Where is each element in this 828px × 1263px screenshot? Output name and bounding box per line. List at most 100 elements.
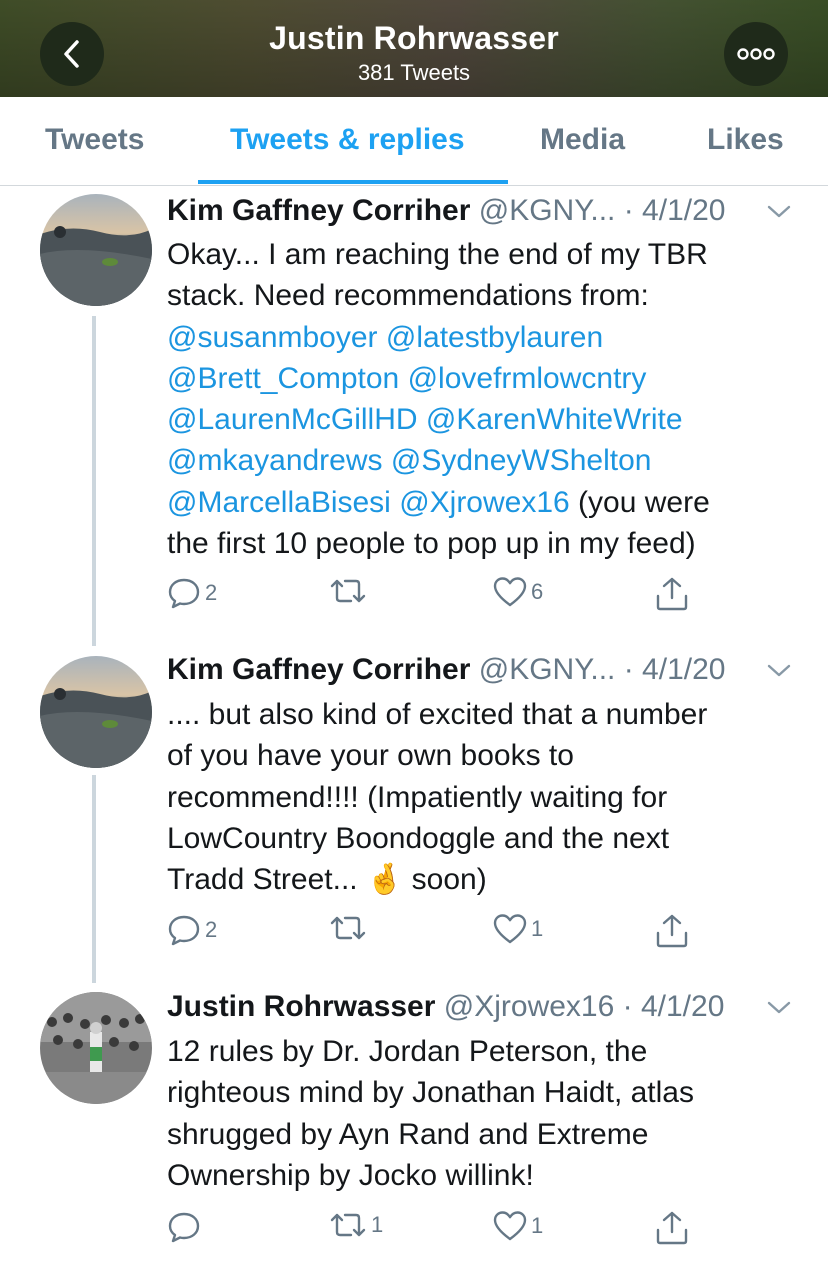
- tweet-author-name[interactable]: Kim Gaffney Corriher: [167, 653, 470, 686]
- like-count: 1: [531, 916, 544, 941]
- tweet-date: · 4/1/20: [622, 990, 725, 1023]
- tweet-text-line: @MarcellaBisesi @Xjrowex16 (you were: [167, 482, 787, 523]
- mention-link[interactable]: @LaurenMcGillHD: [167, 403, 418, 436]
- tab-media[interactable]: Media: [540, 123, 625, 157]
- tweet-count: 381 Tweets: [357, 60, 471, 85]
- tweet-text-segment: stack. Need recommendations from:: [167, 279, 649, 313]
- mention-link[interactable]: @SydneyWShelton: [391, 444, 652, 477]
- tweet-date: · 4/1/20: [623, 653, 726, 686]
- like-count: 1: [531, 1213, 544, 1238]
- like-button[interactable]: 6: [493, 576, 543, 608]
- tweet-text-line: LowCountry Boondoggle and the next: [167, 818, 787, 859]
- tweet-text-segment: shrugged by Ayn Rand and Extreme: [167, 1117, 649, 1151]
- tweet-author-handle[interactable]: @KGNY...: [479, 194, 616, 227]
- mention-link[interactable]: @Brett_Compton: [167, 362, 399, 395]
- tweet-text-segment: [383, 444, 391, 477]
- tweet-date: · 4/1/20: [623, 194, 726, 227]
- avatar[interactable]: [40, 992, 152, 1104]
- mention-link[interactable]: @MarcellaBisesi: [167, 486, 391, 519]
- crossed-fingers-emoji: 🤞: [365, 863, 404, 897]
- tweet-actions: 2 1: [167, 913, 727, 953]
- profile-name: Justin Rohrwasser: [269, 20, 559, 56]
- share-button[interactable]: [655, 913, 689, 949]
- like-button[interactable]: 1: [493, 1210, 543, 1242]
- reply-icon: [168, 1212, 200, 1243]
- tweet-text-line: recommend!!!! (Impatiently waiting for: [167, 777, 787, 818]
- more-button[interactable]: [724, 22, 788, 86]
- tweet-author-name[interactable]: Kim Gaffney Corriher: [167, 194, 470, 227]
- thread-line: [92, 775, 96, 983]
- reply-count: 2: [205, 917, 218, 942]
- mention-link[interactable]: @KarenWhiteWrite: [426, 403, 683, 436]
- mention-link[interactable]: @Xjrowex16: [399, 486, 570, 519]
- avatar[interactable]: [40, 194, 152, 306]
- like-count: 6: [531, 579, 544, 604]
- reply-button[interactable]: 2: [167, 913, 217, 947]
- tweet-text-segment: [378, 321, 386, 354]
- share-icon: [656, 914, 688, 948]
- tweet-text-segment: [399, 362, 407, 395]
- tweet-text-segment: Tradd Street...: [167, 863, 366, 897]
- tweet-text-segment: righteous mind by Jonathan Haidt, atlas: [167, 1076, 694, 1110]
- mention-link[interactable]: @mkayandrews: [167, 444, 383, 477]
- tweet-text-line: stack. Need recommendations from:: [167, 275, 787, 316]
- tweet-text-segment: soon): [403, 863, 487, 897]
- tab-tweets-and-replies[interactable]: Tweets & replies: [230, 123, 465, 157]
- mention-link[interactable]: @lovefrmlowcntry: [408, 362, 647, 395]
- avatar[interactable]: [40, 656, 152, 768]
- tab-tweets[interactable]: Tweets: [45, 123, 144, 157]
- tweet-text-line: @mkayandrews @SydneyWShelton: [167, 440, 787, 481]
- mention-link[interactable]: @susanmboyer: [167, 321, 378, 354]
- chevron-down-icon[interactable]: [766, 202, 792, 222]
- tweet-text-segment: LowCountry Boondoggle and the next: [167, 821, 670, 855]
- reply-button[interactable]: 2: [167, 576, 217, 610]
- tweet-text-segment: [391, 486, 399, 519]
- tweet-author-handle[interactable]: @KGNY...: [479, 653, 616, 686]
- tweet-text: 12 rules by Dr. Jordan Peterson, the righ…: [167, 1031, 787, 1196]
- reply-button[interactable]: [167, 1210, 205, 1244]
- share-button[interactable]: [655, 1210, 689, 1246]
- tweet-text-line: @Brett_Compton @lovefrmlowcntry: [167, 358, 787, 399]
- tweet-text-line: 12 rules by Dr. Jordan Peterson, the: [167, 1031, 787, 1072]
- tweet-author-handle[interactable]: @Xjrowex16: [444, 990, 615, 1023]
- tweet-actions: 1 1: [167, 1210, 727, 1250]
- tweet-text-segment: (you were: [569, 485, 710, 519]
- reply-icon: [168, 915, 200, 946]
- retweet-button[interactable]: [329, 576, 371, 606]
- tweet-text-line: shrugged by Ayn Rand and Extreme: [167, 1114, 787, 1155]
- tweet-text-line: of you have your own books to: [167, 735, 787, 776]
- tweet-text-line: Tradd Street... 🤞 soon): [167, 859, 787, 900]
- chevron-down-icon[interactable]: [766, 998, 792, 1018]
- like-button[interactable]: 1: [493, 913, 543, 945]
- thread-line: [92, 316, 96, 646]
- share-icon: [656, 1211, 688, 1245]
- retweet-icon: [330, 916, 366, 940]
- share-icon: [656, 577, 688, 611]
- tweet-text-segment: of you have your own books to: [167, 739, 574, 773]
- chevron-down-icon[interactable]: [766, 661, 792, 681]
- active-tab-indicator: [198, 180, 508, 184]
- tweet-text-line: righteous mind by Jonathan Haidt, atlas: [167, 1072, 787, 1113]
- tweet-text-segment: .... but also kind of excited that a num…: [167, 698, 708, 731]
- tweet-text-segment: recommend!!!! (Impatiently waiting for: [167, 780, 668, 814]
- retweet-button[interactable]: 1: [329, 1210, 383, 1240]
- retweet-icon: [330, 1213, 366, 1237]
- heart-icon: [493, 1211, 527, 1241]
- tweet-text-line: Okay... I am reaching the end of my TBR: [167, 234, 787, 275]
- tweet-text-line: @susanmboyer @latestbylauren: [167, 317, 787, 358]
- heart-icon: [493, 914, 527, 944]
- share-button[interactable]: [655, 576, 689, 612]
- mention-link[interactable]: @latestbylauren: [386, 321, 603, 354]
- tweet-text-segment: [418, 403, 426, 436]
- tweet-text-segment: Okay... I am reaching the end of my TBR: [167, 238, 708, 271]
- tweet-actions: 2 6: [167, 576, 727, 616]
- tweet-author-name[interactable]: Justin Rohrwasser: [167, 990, 435, 1023]
- profile-tabs: Tweets Tweets & replies Media Likes: [0, 97, 828, 186]
- tweet-text-segment: 12 rules by Dr. Jordan Peterson, the: [167, 1035, 648, 1068]
- reply-icon: [168, 578, 200, 609]
- retweet-count: 1: [371, 1212, 384, 1237]
- tweet-text-segment: Ownership by Jocko willink!: [167, 1158, 534, 1192]
- tab-likes[interactable]: Likes: [707, 123, 784, 157]
- retweet-button[interactable]: [329, 913, 371, 943]
- tweet-text: Okay... I am reaching the end of my TBR s…: [167, 234, 787, 564]
